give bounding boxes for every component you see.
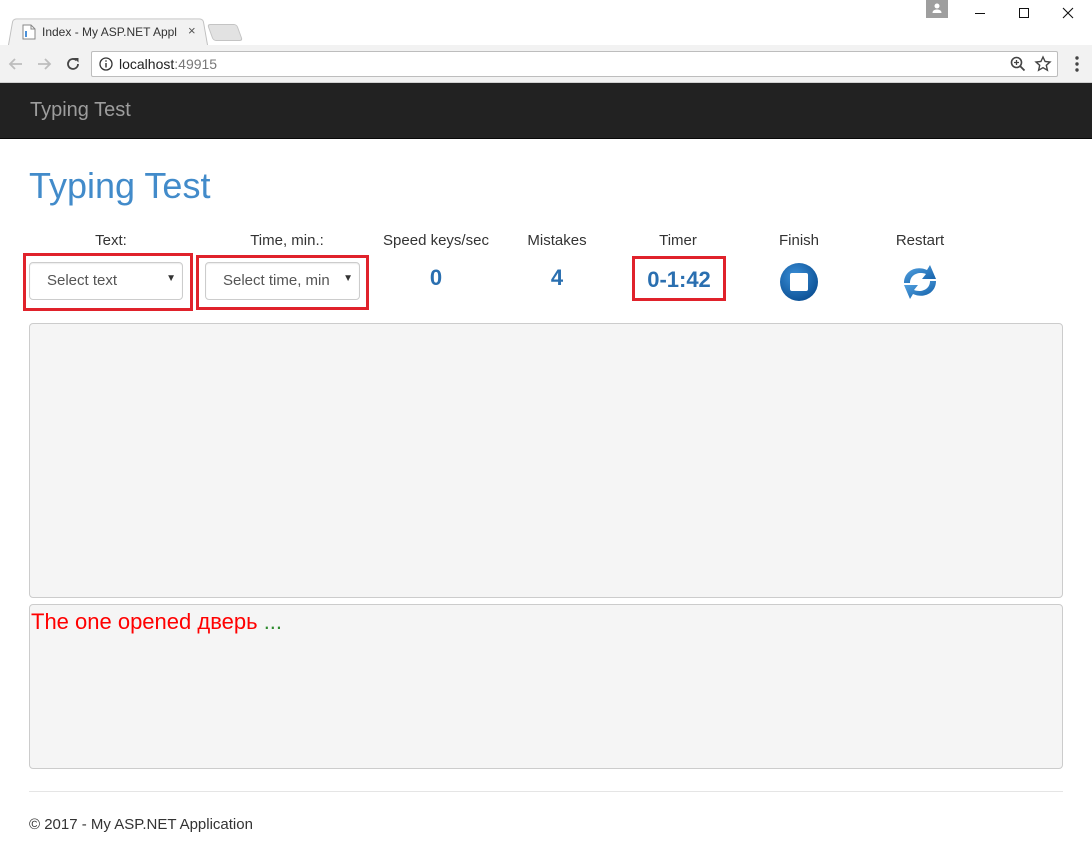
speed-label: Speed keys/sec [383,232,489,249]
timer-highlight: 0-1:42 [632,256,726,301]
browser-titlebar: Index - My ASP.NET Application × [0,0,1092,45]
info-icon[interactable] [99,57,113,71]
text-column: Text: [29,232,193,249]
finish-label: Finish [778,232,819,249]
chevron-down-icon: ▼ [343,273,353,284]
refresh-arrows-icon[interactable] [896,261,944,303]
url-host: localhost [119,56,175,72]
timer-value: 0-1:42 [647,267,711,292]
page-title: Typing Test [29,165,211,206]
target-text: The one opened дверь ... [31,609,282,635]
time-label: Time, min.: [250,232,324,249]
text-select-value: Select text [47,272,118,289]
mistakes-column: Mistakes 4 [512,232,602,291]
footer-text: © 2017 - My ASP.NET Application [29,816,253,833]
navbar: Typing Test [0,83,1092,139]
browser-toolbar: localhost:49915 [0,45,1092,83]
speed-value: 0 [429,265,443,290]
time-column: Time, min.: [200,232,374,249]
mistakes-value: 4 [550,265,564,290]
timer-label: Timer [659,232,697,249]
target-text-panel: The one opened дверь ... [29,604,1063,769]
forward-arrow-icon[interactable] [34,54,54,74]
bookmark-star-icon[interactable] [1034,55,1052,73]
reload-icon[interactable] [63,54,83,74]
tab-title: Index - My ASP.NET Application [42,25,177,39]
finish-column: Finish [759,232,839,249]
page-icon [22,24,36,40]
restart-column: Restart [880,232,960,249]
minimize-icon[interactable] [960,2,1000,24]
time-select-value: Select time, min [223,272,330,289]
time-select[interactable]: Select time, min ▼ [205,262,360,300]
target-text-body: The one opened дверь [31,609,258,634]
close-window-icon[interactable] [1048,2,1088,24]
chevron-down-icon: ▼ [166,273,176,284]
target-text-ellipsis: ... [257,609,283,634]
back-arrow-icon[interactable] [6,54,26,74]
restart-label: Restart [895,232,945,249]
navbar-brand[interactable]: Typing Test [30,99,131,122]
menu-dots-icon[interactable] [1067,54,1087,74]
text-select[interactable]: Select text ▼ [29,262,183,300]
footer-divider [29,791,1063,792]
zoom-icon[interactable] [1010,56,1026,72]
speed-column: Speed keys/sec 0 [376,232,496,291]
mistakes-label: Mistakes [527,232,587,249]
text-label: Text: [95,232,127,249]
stop-circle-icon[interactable] [779,262,819,302]
tab-close-icon[interactable]: × [188,24,196,38]
browser-tab-content[interactable]: Index - My ASP.NET Application [22,22,177,42]
url-port: :49915 [174,56,218,72]
address-bar[interactable]: localhost:49915 [91,51,1058,77]
typing-input-area[interactable] [29,323,1063,598]
url-text[interactable]: localhost:49915 [119,56,217,72]
timer-column: Timer [634,232,722,249]
new-tab-button[interactable] [206,24,244,41]
user-profile-icon[interactable] [926,0,948,18]
maximize-icon[interactable] [1004,2,1044,24]
